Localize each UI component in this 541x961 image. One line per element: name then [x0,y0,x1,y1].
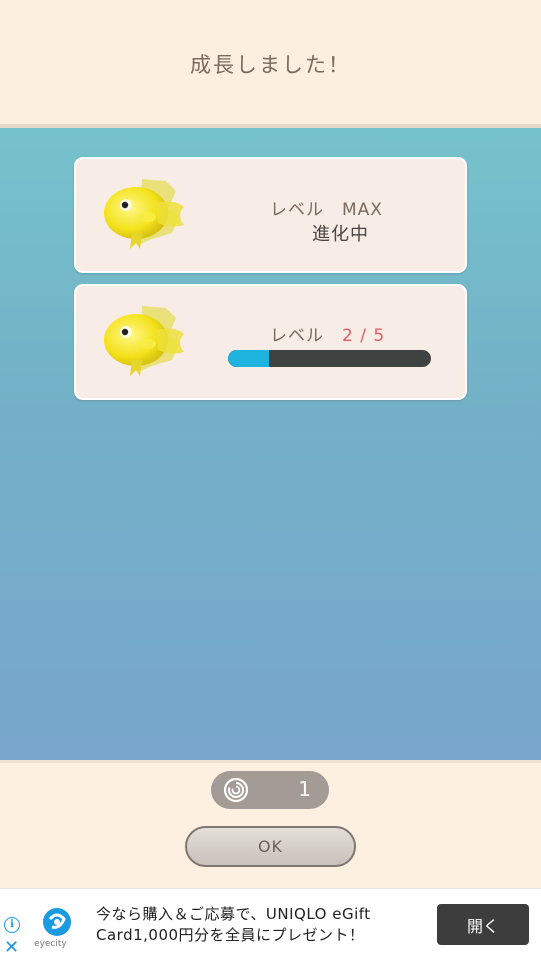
yellow-fish-icon [104,306,184,376]
eyecity-logo [43,908,71,936]
header: 成長しました！ [0,0,541,124]
ok-button[interactable]: OK [185,826,356,867]
level-label: レベル [270,200,324,220]
level-progress-bar [228,350,431,367]
ad-banner[interactable]: i ✕ eyecity 今なら購入＆ご応募で、UNIQLO eGift Card… [0,888,541,961]
ad-open-button[interactable]: 開く [437,904,529,945]
info-icon[interactable]: i [4,917,20,933]
level-row: レベル 2 / 5 [270,321,385,346]
fish-card-progress: レベル 2 / 5 [74,284,467,400]
ad-text[interactable]: 今なら購入＆ご応募で、UNIQLO eGift Card1,000円分を全員にプ… [96,904,426,946]
level-value: MAX [342,200,383,220]
fish-card-max: レベル MAX 進化中 [74,157,467,273]
yellow-fish-icon [104,179,184,249]
shell-count: 1 [298,777,311,801]
level-row: レベル MAX [270,195,383,220]
level-label: レベル [270,326,324,346]
shell-icon [223,777,249,803]
header-title: 成長しました！ [190,53,351,77]
evolving-status: 進化中 [312,224,369,245]
panel-divider [0,760,541,763]
level-value: 2 / 5 [342,326,386,346]
close-icon[interactable]: ✕ [4,937,19,958]
shell-counter: 1 [211,771,329,809]
level-progress-fill [228,350,269,367]
ad-logo-text: eyecity [34,939,67,949]
